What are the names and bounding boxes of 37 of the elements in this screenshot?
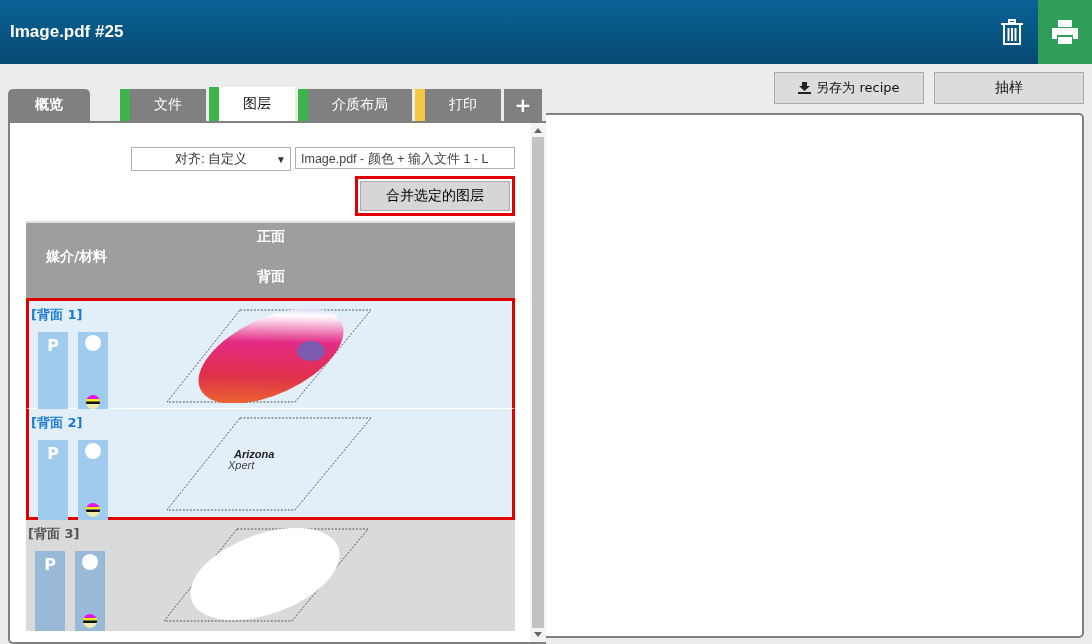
layer-label: [背面 1] — [31, 306, 84, 324]
add-tab-button[interactable]: + — [504, 89, 542, 121]
step-tab[interactable]: 打印 — [415, 89, 501, 121]
media-label: P — [47, 336, 59, 355]
layer-row[interactable]: [背面 3] P — [26, 520, 515, 631]
download-icon — [798, 82, 812, 94]
step-tab[interactable]: 介质布局 — [298, 89, 412, 121]
circle-icon — [85, 335, 101, 351]
column-header: 背面 — [255, 268, 286, 286]
scroll-down-icon[interactable] — [534, 632, 542, 637]
media-label: P — [47, 444, 59, 463]
cmyk-icon — [83, 614, 97, 628]
logo-text: Xpert — [228, 460, 256, 471]
column-header: 媒介/材料 — [45, 248, 109, 266]
sample-button[interactable]: 抽样 — [934, 72, 1084, 104]
media-label: P — [44, 555, 56, 574]
scroll-up-icon[interactable] — [534, 128, 542, 133]
trash-icon — [1001, 19, 1023, 45]
cmyk-icon — [86, 503, 100, 517]
save-recipe-button[interactable]: 另存为 recipe — [774, 72, 924, 104]
column-header: 正面 — [255, 228, 286, 246]
align-dropdown[interactable]: 对齐: 自定义 ▼ — [131, 147, 291, 171]
window-title: Image.pdf #25 — [9, 22, 124, 42]
circle-icon — [85, 443, 101, 459]
merge-layers-button[interactable]: 合并选定的图层 — [360, 181, 510, 211]
layer-row[interactable]: [背面 2] P Arizona Xpert — [26, 409, 515, 520]
printer-icon — [1052, 20, 1078, 44]
layer-label: [背面 3] — [28, 525, 81, 543]
source-file-field[interactable]: Image.pdf - 颜色 + 输入文件 1 - L — [295, 147, 515, 169]
step-tab[interactable]: 图层 — [209, 87, 295, 121]
logo-text: Arizona — [234, 449, 275, 460]
cmyk-icon — [86, 395, 100, 409]
layer-row[interactable]: [背面 1] P — [26, 298, 515, 409]
overview-tab[interactable]: 概览 — [8, 89, 90, 121]
layer-label: [背面 2] — [31, 414, 84, 432]
circle-icon — [82, 554, 98, 570]
step-tab[interactable]: 文件 — [120, 89, 206, 121]
